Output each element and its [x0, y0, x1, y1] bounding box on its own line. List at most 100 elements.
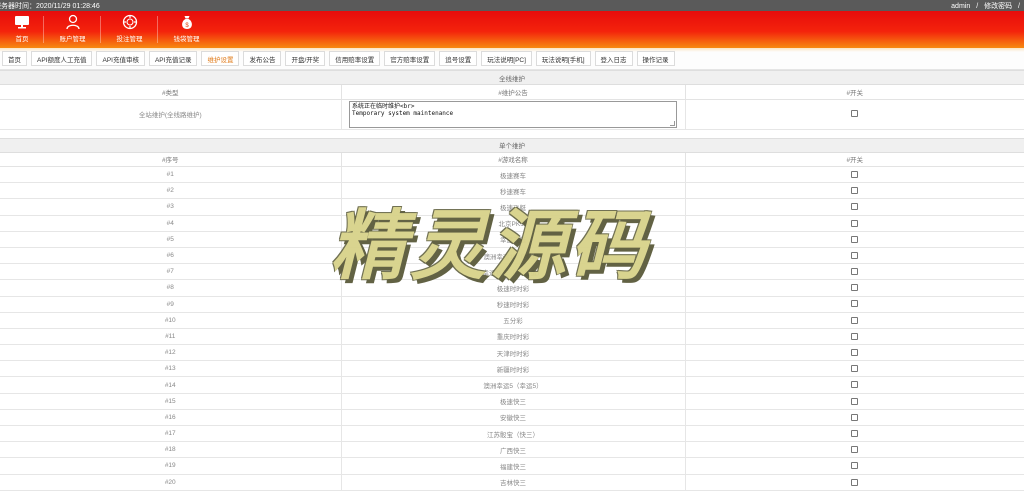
tab-item[interactable]: API充值记录: [148, 51, 198, 66]
row-index: #7: [0, 263, 342, 281]
resize-grip-icon[interactable]: [670, 120, 675, 126]
column-header-switch: #开关: [685, 152, 1024, 167]
tab-item[interactable]: API充值审核: [96, 51, 145, 66]
game-maintenance-checkbox[interactable]: [851, 316, 859, 324]
column-header-switch: #开关: [685, 85, 1024, 100]
tab-item[interactable]: 官方赔率设置: [384, 51, 436, 66]
top-status-bar: 服务器时间：2020/11/29 01:28:46 admin / 修改密码 /: [0, 0, 1024, 11]
switch-cell: [685, 457, 1024, 475]
table-row: #9 秒速时时彩: [0, 296, 1024, 313]
game-name: 澳洲幸运10（赛车）: [341, 247, 686, 265]
game-name: 安徽快三: [341, 409, 686, 427]
nav-item-label: 首页: [15, 36, 29, 43]
tab-item[interactable]: 追号设置: [439, 51, 478, 66]
game-maintenance-checkbox[interactable]: [851, 300, 859, 308]
game-maintenance-checkbox[interactable]: [851, 203, 859, 211]
game-maintenance-checkbox[interactable]: [851, 219, 859, 227]
game-maintenance-checkbox[interactable]: [851, 349, 859, 357]
column-header-index: #序号: [0, 152, 342, 167]
separator: /: [976, 2, 979, 10]
nav-item-wallet[interactable]: $ 钱袋管理: [158, 14, 215, 43]
switch-cell: [685, 328, 1024, 346]
server-time: 服务器时间：2020/11/29 01:28:46: [0, 2, 100, 10]
switch-cell: [685, 393, 1024, 410]
game-name: 吉林快三: [341, 474, 686, 491]
single-maintenance-title: 单个维护: [0, 137, 1024, 153]
nav-item-bets[interactable]: 投注管理: [101, 14, 158, 43]
user-icon: [65, 14, 80, 30]
switch-cell: [685, 344, 1024, 362]
tab-item[interactable]: API额度人工充值: [31, 51, 93, 66]
game-maintenance-checkbox[interactable]: [851, 170, 859, 178]
switch-cell: [685, 360, 1024, 378]
table-header-row: #类型 #维护公告 #开关: [0, 85, 1024, 100]
table-row: #5 幸运飞艇: [0, 231, 1024, 248]
table-row: #10 五分彩: [0, 312, 1024, 329]
maintenance-notice-textarea[interactable]: 系统正在临时维护<br> Temporary system maintenanc…: [349, 100, 677, 128]
game-maintenance-checkbox[interactable]: [851, 235, 859, 243]
column-header-game-name: #游戏名称: [341, 152, 686, 167]
table-header-row: #序号 #游戏名称 #开关: [0, 152, 1024, 167]
game-maintenance-checkbox[interactable]: [851, 284, 859, 292]
tab-item[interactable]: 发布公告: [243, 51, 282, 66]
tab-item[interactable]: 玩法说明[手机]: [535, 51, 591, 66]
game-name: 幸运飞艇: [341, 231, 686, 248]
global-maintenance-checkbox[interactable]: [851, 110, 859, 118]
game-maintenance-checkbox[interactable]: [851, 397, 859, 405]
tab-item[interactable]: 开盘/开奖: [285, 51, 326, 66]
tab-bar: 首页 API额度人工充值 API充值审核 API充值记录 维护设置 发布公告 开盘/开奖 信用…: [0, 48, 1024, 70]
table-row: #14 澳洲幸运5（幸运5）: [0, 376, 1024, 394]
game-maintenance-checkbox[interactable]: [851, 332, 859, 340]
tab-item[interactable]: 玩法说明[PC]: [481, 51, 532, 66]
game-maintenance-checkbox[interactable]: [851, 365, 859, 373]
table-row: #12 天津时时彩: [0, 344, 1024, 362]
game-name: 极速赛车: [341, 166, 686, 184]
game-maintenance-checkbox[interactable]: [851, 462, 859, 470]
main-header: 首页 账户管理 投注管理 $ 钱袋管理: [0, 11, 1024, 48]
separator: /: [1018, 2, 1020, 10]
row-index: #17: [0, 425, 342, 443]
switch-cell: [685, 198, 1024, 216]
game-maintenance-checkbox[interactable]: [851, 268, 859, 276]
tab-item[interactable]: 操作记录: [636, 51, 675, 66]
game-maintenance-checkbox[interactable]: [851, 251, 859, 259]
table-row: #18 广西快三: [0, 441, 1024, 459]
nav-item-home[interactable]: 首页: [0, 14, 44, 43]
tab-item[interactable]: 首页: [2, 51, 27, 66]
table-row: #13 新疆时时彩: [0, 360, 1024, 378]
table-row: #15 极速快三: [0, 393, 1024, 410]
chip-icon: [122, 14, 137, 30]
global-maintenance-table: #类型 #维护公告 #开关 全站维护(全线路维护) 系统正在临时维护<br> T…: [0, 85, 1024, 130]
tab-item[interactable]: 维护设置: [201, 51, 240, 66]
row-index: #10: [0, 312, 342, 329]
nav-item-label: 钱袋管理: [173, 36, 200, 43]
row-index: #15: [0, 393, 342, 410]
change-password-link[interactable]: 修改密码: [984, 3, 1012, 10]
switch-cell: [685, 312, 1024, 329]
switch-cell: [685, 263, 1024, 281]
game-maintenance-checkbox[interactable]: [851, 187, 859, 195]
table-row: #4 北京PK10: [0, 215, 1024, 232]
global-type-label: 全站维护(全线路维护): [0, 99, 342, 130]
game-name: 天津时时彩: [341, 344, 686, 362]
game-maintenance-checkbox[interactable]: [851, 413, 859, 421]
nav-item-accounts[interactable]: 账户管理: [44, 14, 101, 43]
notice-cell: 系统正在临时维护<br> Temporary system maintenanc…: [341, 99, 686, 130]
table-row: #6 澳洲幸运10（赛车）: [0, 247, 1024, 265]
switch-cell: [685, 425, 1024, 443]
game-maintenance-checkbox[interactable]: [851, 446, 859, 454]
game-name: 极速飞艇: [341, 198, 686, 216]
tab-item[interactable]: 登入日志: [594, 51, 633, 66]
game-maintenance-checkbox[interactable]: [851, 381, 859, 389]
switch-cell: [685, 441, 1024, 459]
game-name: 五分彩: [341, 312, 686, 329]
money-bag-icon: $: [181, 16, 192, 29]
row-index: #12: [0, 344, 342, 362]
row-index: #2: [0, 182, 342, 200]
game-maintenance-checkbox[interactable]: [851, 429, 859, 437]
tab-item[interactable]: 信用赔率设置: [329, 51, 381, 66]
game-maintenance-checkbox[interactable]: [851, 478, 859, 486]
game-name: 福建快三: [341, 457, 686, 475]
notice-line: Temporary system maintenance: [352, 110, 454, 117]
switch-cell: [685, 182, 1024, 200]
